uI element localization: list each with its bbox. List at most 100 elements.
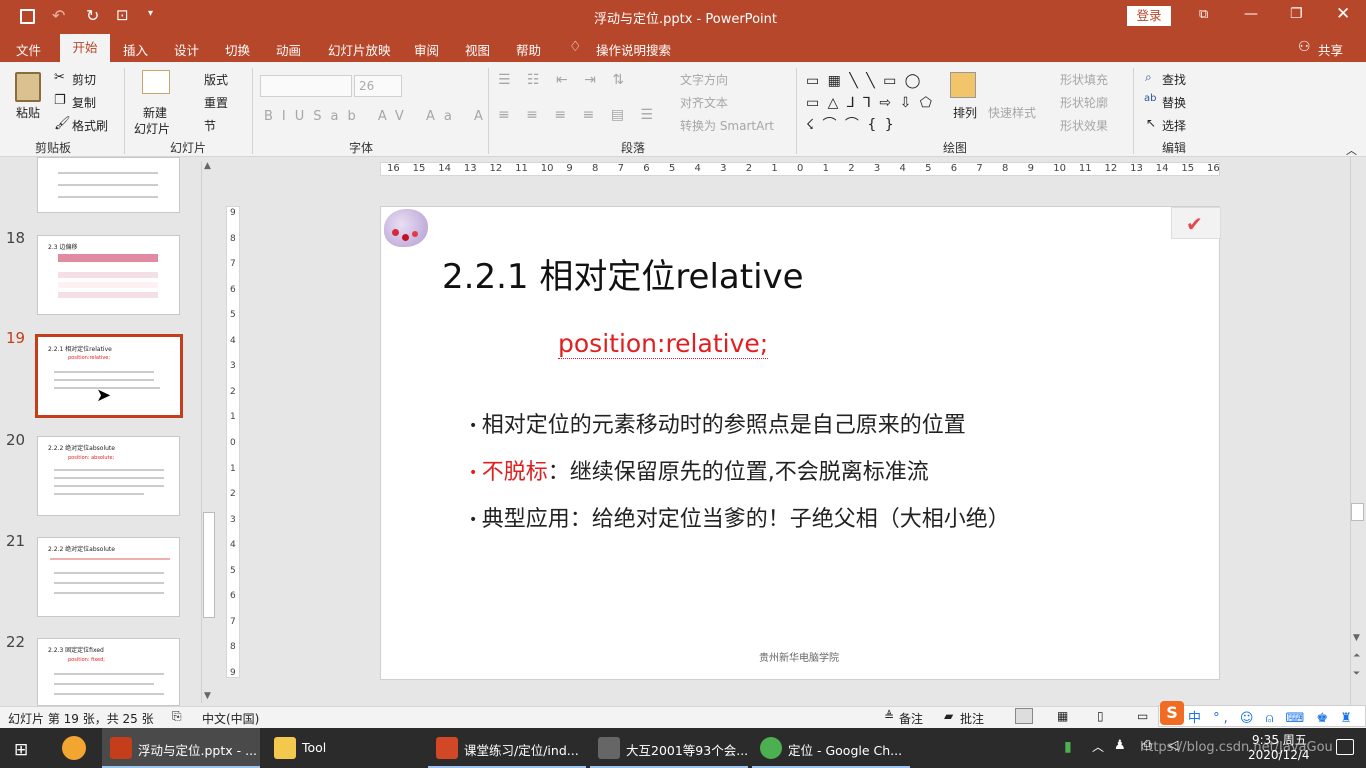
language-indicator[interactable]: 中文(中国) <box>202 710 259 727</box>
accessibility-icon[interactable]: ⎘ <box>172 709 182 724</box>
thumbnail-21[interactable]: 2.2.2 绝对定位absolute <box>37 537 180 617</box>
tray-expand-icon[interactable]: ︿ <box>1092 738 1104 755</box>
tab-animations[interactable]: 动画 <box>276 40 301 59</box>
format-painter-button[interactable]: 格式刷 <box>72 117 108 134</box>
save-icon[interactable] <box>20 9 35 24</box>
code-text[interactable]: position:relative; <box>558 329 769 359</box>
next-slide-icon[interactable]: ⏷ <box>1353 669 1360 679</box>
undo-icon[interactable]: ↶ <box>52 6 65 25</box>
customize-qat-icon[interactable]: ▾ <box>148 8 153 19</box>
slide-sorter-icon[interactable]: ▦ <box>1057 709 1068 723</box>
taskbar-item-folder[interactable]: Tool <box>266 728 424 768</box>
thumbnail-scrollbar-thumb[interactable] <box>203 512 215 618</box>
paste-icon[interactable] <box>15 72 41 102</box>
alignment-icons[interactable]: ≡ ≡ ≡ ≡ ▤ ☰ <box>498 107 659 123</box>
thumbnail-22[interactable]: 2.2.3 固定定位fixed position: fixed; <box>37 638 180 706</box>
thumbnail-scrollbar[interactable] <box>201 161 216 703</box>
select-button[interactable]: 选择 <box>1162 117 1186 134</box>
pinned-app-icon[interactable] <box>62 736 86 760</box>
copy-icon[interactable]: ❐ <box>54 93 66 108</box>
scroll-down-icon[interactable]: ▼ <box>1353 633 1360 643</box>
font-name-combobox[interactable] <box>260 75 352 97</box>
layout-button[interactable]: 版式 <box>204 71 228 88</box>
editor-scrollbar[interactable] <box>1350 157 1366 706</box>
scissors-icon[interactable]: ✂ <box>54 70 65 85</box>
bullet-item-3[interactable]: • 典型应用：给绝对定位当爹的！子绝父相（大相小绝） <box>469 501 1010 533</box>
font-format-buttons[interactable]: BIUSab AV Aa A <box>264 109 492 124</box>
find-button[interactable]: 查找 <box>1162 71 1186 88</box>
reset-button[interactable]: 重置 <box>204 94 228 111</box>
arrange-button[interactable]: 排列 <box>953 104 977 121</box>
convert-smartart-button[interactable]: 转换为 SmartArt <box>680 117 774 134</box>
notifications-icon[interactable] <box>1336 739 1354 755</box>
scroll-down-icon[interactable]: ▼ <box>204 691 211 701</box>
bullet-item-2[interactable]: • 不脱标：继续保留原先的位置,不会脱离标准流 <box>469 454 929 486</box>
tab-design[interactable]: 设计 <box>174 40 199 59</box>
comments-icon[interactable]: ▰ <box>944 709 953 723</box>
editor-scrollbar-thumb[interactable] <box>1351 503 1364 521</box>
redo-icon[interactable]: ↻ <box>86 6 99 25</box>
slide-canvas[interactable]: ✔ 2.2.1 相对定位relative position:relative; … <box>380 206 1221 680</box>
align-text-button[interactable]: 对齐文本 <box>680 94 728 111</box>
slide-title[interactable]: 2.2.1 相对定位relative <box>442 249 804 298</box>
thumbnail-19-selected[interactable]: 2.2.1 相对定位relative position:relative; ➤ <box>35 334 183 418</box>
reading-view-icon[interactable]: ▯ <box>1097 709 1104 723</box>
ribbon-display-icon[interactable]: ⧉ <box>1199 7 1208 22</box>
minimize-icon[interactable]: — <box>1244 6 1258 22</box>
sogou-s-icon[interactable]: S <box>1160 701 1184 725</box>
tab-view[interactable]: 视图 <box>465 40 490 59</box>
arrange-icon[interactable] <box>950 72 976 98</box>
restore-icon[interactable]: ❐ <box>1290 6 1303 22</box>
shapes-gallery[interactable]: ▭ ▦ ╲ ╲ ▭ ◯ ▭ △ ⅃ ⅂ ⇨ ⇩ ⬠ ☇ ⌒ ⌒ { } <box>806 70 934 136</box>
shape-outline-button[interactable]: 形状轮廓 <box>1060 94 1108 111</box>
new-slide-button[interactable]: 新建 <box>143 104 167 121</box>
new-slide-button-line2[interactable]: 幻灯片 <box>134 120 170 137</box>
login-button[interactable]: 登录 <box>1127 6 1171 26</box>
taskbar-item-chat[interactable]: 大互2001等93个会... <box>590 728 748 768</box>
find-icon[interactable]: ⌕ <box>1145 70 1152 85</box>
tab-insert[interactable]: 插入 <box>123 40 148 59</box>
thumbnail-17-partial[interactable] <box>37 157 180 213</box>
tab-help[interactable]: 帮助 <box>516 40 541 59</box>
bullet-item-1[interactable]: • 相对定位的元素移动时的参照点是自己原来的位置 <box>469 407 966 439</box>
cut-button[interactable]: 剪切 <box>72 71 96 88</box>
bullet-list-icons[interactable]: ☰ ☷ ⇤ ⇥ ⇅ <box>498 72 630 88</box>
quick-styles-button[interactable]: 快速样式 <box>988 104 1036 121</box>
slideshow-view-icon[interactable]: ▭ <box>1137 709 1148 723</box>
collapse-ribbon-icon[interactable]: ︿ <box>1346 142 1357 158</box>
shape-effects-button[interactable]: 形状效果 <box>1060 117 1108 134</box>
battery-icon[interactable]: ▮ <box>1064 739 1072 755</box>
thumbnail-20[interactable]: 2.2.2 绝对定位absolute position: absolute; <box>37 436 180 516</box>
new-slide-icon[interactable] <box>142 70 170 94</box>
tell-me-search[interactable]: 操作说明搜索 <box>596 40 671 59</box>
tab-home[interactable]: 开始 <box>60 34 110 62</box>
copy-button[interactable]: 复制 <box>72 94 96 111</box>
tab-slideshow[interactable]: 幻灯片放映 <box>328 40 391 59</box>
section-button[interactable]: 节 <box>204 117 216 134</box>
comments-button[interactable]: 批注 <box>960 710 984 727</box>
tab-transitions[interactable]: 切换 <box>225 40 250 59</box>
replace-button[interactable]: 替换 <box>1162 94 1186 111</box>
share-button[interactable]: 共享 <box>1318 40 1343 59</box>
windows-start-icon[interactable]: ⊞ <box>14 740 28 760</box>
previous-slide-icon[interactable]: ⏶ <box>1353 651 1360 661</box>
normal-view-icon[interactable] <box>1015 708 1033 724</box>
select-icon[interactable]: ↖ <box>1146 116 1156 130</box>
tab-file[interactable]: 文件 <box>16 40 41 59</box>
replace-icon[interactable]: ab <box>1144 93 1156 104</box>
notes-button[interactable]: 备注 <box>899 710 923 727</box>
taskbar-item-hbuilder[interactable]: 课堂练习/定位/ind... <box>428 728 586 768</box>
tab-review[interactable]: 审阅 <box>414 40 439 59</box>
shape-fill-button[interactable]: 形状填充 <box>1060 71 1108 88</box>
start-slideshow-icon[interactable]: ⊡ <box>116 6 129 24</box>
scroll-up-icon[interactable]: ▲ <box>204 161 211 171</box>
notes-icon[interactable]: ≜ <box>884 709 894 723</box>
paste-button[interactable]: 粘贴 <box>16 104 40 121</box>
text-direction-button[interactable]: 文字方向 <box>680 71 728 88</box>
format-painter-icon[interactable]: 🖌 <box>54 116 71 131</box>
font-size-combobox[interactable]: 26 <box>354 75 402 97</box>
close-icon[interactable]: ✕ <box>1336 4 1350 24</box>
thumbnail-18[interactable]: 2.3 边偏移 <box>37 235 180 315</box>
taskbar-item-chrome[interactable]: 定位 - Google Ch... <box>752 728 910 768</box>
taskbar-item-powerpoint[interactable]: 浮动与定位.pptx - ... <box>102 728 260 768</box>
